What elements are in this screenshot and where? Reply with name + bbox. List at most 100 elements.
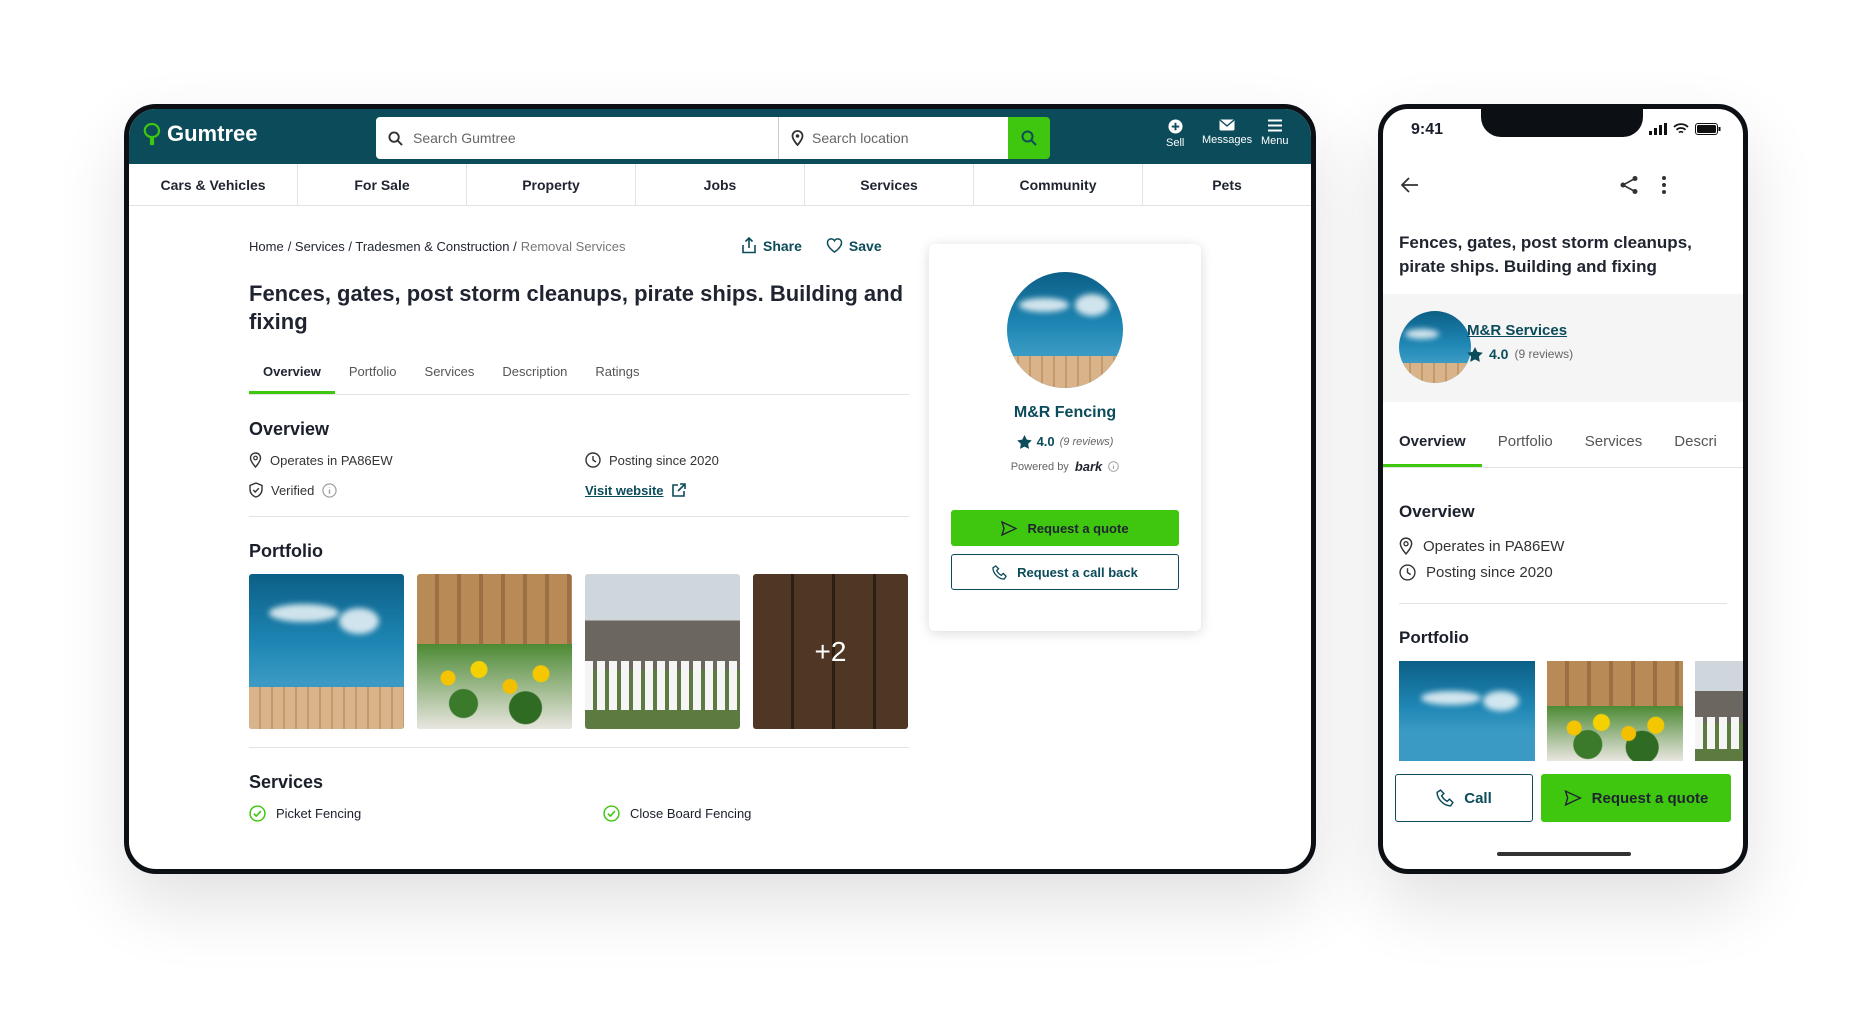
visit-website-link[interactable]: Visit website (585, 483, 664, 498)
mobile-frame: 9:41 Fences, gates, post storm cleanups,… (1378, 104, 1748, 874)
info-icon[interactable] (322, 482, 337, 498)
external-link-icon[interactable] (671, 483, 686, 497)
share-save-bar: Share Save (741, 237, 882, 254)
check-circle-icon (249, 805, 266, 822)
category-jobs[interactable]: Jobs (636, 164, 805, 205)
location-pin-icon (791, 130, 804, 146)
portfolio-image-house[interactable] (1695, 661, 1743, 761)
envelope-icon (1219, 119, 1235, 131)
tab-portfolio[interactable]: Portfolio (335, 358, 411, 394)
category-cars-vehicles[interactable]: Cars & Vehicles (129, 164, 298, 205)
heart-icon (826, 238, 843, 253)
search-icon (1021, 130, 1037, 146)
business-avatar (1399, 311, 1471, 383)
search-button[interactable] (1008, 117, 1050, 159)
portfolio-image-flowers[interactable] (1547, 661, 1683, 761)
posting-since-row: Posting since 2020 (1399, 564, 1553, 581)
request-quote-button[interactable]: Request a quote (1541, 774, 1731, 822)
category-pets[interactable]: Pets (1143, 164, 1311, 205)
listing-title: Fences, gates, post storm cleanups, pira… (1399, 233, 1692, 276)
search-input[interactable]: Search Gumtree (376, 117, 778, 159)
operates-row: Operates in PA86EW (1399, 537, 1564, 555)
tab-overview[interactable]: Overview (1383, 425, 1482, 467)
divider (1399, 603, 1727, 604)
tab-description[interactable]: Descri (1658, 425, 1733, 467)
category-property[interactable]: Property (467, 164, 636, 205)
tab-services[interactable]: Services (1569, 425, 1659, 467)
sell-button[interactable]: Sell (1166, 119, 1184, 149)
business-rating: 4.0 (9 reviews) (929, 434, 1201, 449)
request-quote-button[interactable]: Request a quote (951, 510, 1179, 546)
visit-website-row: Visit website (585, 482, 885, 498)
business-name[interactable]: M&R Fencing (929, 404, 1201, 422)
category-for-sale[interactable]: For Sale (298, 164, 467, 205)
battery-icon (1695, 123, 1721, 135)
send-icon (1564, 790, 1582, 806)
share-icon[interactable] (1619, 175, 1639, 195)
bark-logo: bark (1074, 459, 1103, 474)
request-callback-button[interactable]: Request a call back (951, 554, 1179, 590)
business-name-link[interactable]: M&R Services (1467, 322, 1567, 339)
more-vertical-icon[interactable] (1661, 175, 1667, 195)
tree-icon (143, 123, 161, 145)
divider (249, 516, 909, 517)
tab-portfolio[interactable]: Portfolio (1482, 425, 1569, 467)
menu-button[interactable]: Menu (1261, 119, 1289, 147)
share-icon (742, 237, 756, 254)
portfolio-image-house[interactable] (585, 574, 740, 729)
category-community[interactable]: Community (974, 164, 1143, 205)
listing-tabs: Overview Portfolio Services Description … (249, 358, 909, 395)
services-list: Picket Fencing Close Board Fencing (249, 805, 909, 822)
tab-services[interactable]: Services (411, 358, 489, 394)
messages-button[interactable]: Messages (1202, 119, 1252, 146)
category-nav: Cars & Vehicles For Sale Property Jobs S… (129, 164, 1311, 206)
tab-description[interactable]: Description (488, 358, 581, 394)
portfolio-more-count: +2 (753, 574, 908, 729)
listing-title: Fences, gates, post storm cleanups, pira… (249, 281, 904, 334)
location-input[interactable]: Search location (778, 117, 1010, 159)
business-avatar (1007, 272, 1123, 388)
listing-main: Home / Services / Tradesmen & Constructi… (249, 237, 909, 822)
location-pin-icon (249, 452, 262, 468)
phone-notch (1481, 109, 1643, 137)
breadcrumb-home[interactable]: Home (249, 239, 284, 254)
desktop-frame: Gumtree Search Gumtree Search location S… (124, 104, 1316, 874)
search-icon (388, 130, 403, 146)
portfolio-image-fence-sky[interactable] (249, 574, 404, 729)
info-icon[interactable] (1108, 461, 1120, 472)
star-icon (1016, 434, 1032, 449)
breadcrumb-current: Removal Services (520, 239, 626, 254)
portfolio-heading: Portfolio (1399, 628, 1469, 647)
star-icon (1467, 346, 1483, 362)
share-button[interactable]: Share (741, 237, 802, 254)
business-card: M&R Fencing 4.0 (9 reviews) Powered by b… (929, 244, 1201, 631)
back-arrow-icon[interactable] (1401, 177, 1419, 193)
verified-row: Verified (249, 482, 585, 498)
check-circle-icon (603, 805, 620, 822)
portfolio-image-fence-sky[interactable] (1399, 661, 1535, 761)
tab-overview[interactable]: Overview (249, 358, 335, 394)
business-summary: M&R Services 4.0 (9 reviews) (1383, 294, 1743, 402)
category-services[interactable]: Services (805, 164, 974, 205)
portfolio-gallery: +2 (249, 574, 909, 729)
phone-icon (1436, 789, 1455, 807)
call-button[interactable]: Call (1395, 774, 1533, 822)
portfolio-image-more[interactable]: +2 (753, 574, 908, 729)
services-heading: Services (249, 772, 324, 792)
status-time: 9:41 (1411, 121, 1444, 138)
tab-ratings[interactable]: Ratings (581, 358, 653, 394)
overview-info: Operates in PA86EW Posting since 2020 Ve… (249, 452, 909, 498)
bottom-action-bar: Call Request a quote (1395, 774, 1731, 822)
overview-heading: Overview (1399, 502, 1475, 521)
service-item: Close Board Fencing (603, 805, 903, 822)
service-item: Picket Fencing (249, 805, 603, 822)
status-icons (1649, 123, 1721, 135)
breadcrumb-path[interactable]: / Services / Tradesmen & Construction / (288, 239, 517, 254)
save-button[interactable]: Save (826, 237, 882, 254)
home-indicator (1497, 852, 1631, 856)
clock-icon (1399, 564, 1416, 581)
portfolio-image-flowers[interactable] (417, 574, 572, 729)
overview-heading: Overview (249, 419, 330, 439)
listing-tabs: Overview Portfolio Services Descri (1383, 425, 1743, 468)
gumtree-logo[interactable]: Gumtree (143, 121, 257, 147)
